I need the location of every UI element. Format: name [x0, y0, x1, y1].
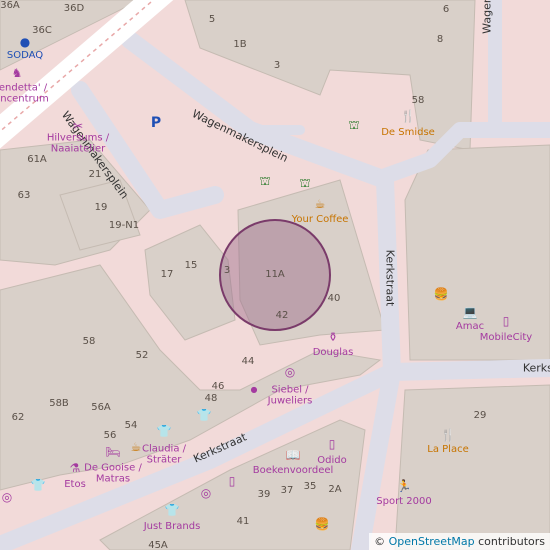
- dot-icon[interactable]: ●: [251, 386, 258, 394]
- perfume-icon[interactable]: ⚱: [328, 331, 338, 343]
- restaurant-icon[interactable]: 🍴: [401, 110, 416, 122]
- house-number: 36D: [63, 3, 85, 14]
- house-number: 11A: [265, 269, 285, 280]
- phone-icon[interactable]: ▯: [229, 475, 236, 487]
- fastfood-icon[interactable]: 🍔: [434, 288, 449, 300]
- house-number: 63: [17, 190, 31, 201]
- house-number: 36A: [0, 0, 20, 11]
- attribution-suffix: contributors: [474, 535, 545, 548]
- picnic-table-icon[interactable]: ⛫: [348, 119, 359, 131]
- poi-label-boekenvoordeel[interactable]: Boekenvoordeel: [253, 465, 334, 477]
- house-number: 17: [160, 269, 174, 280]
- house-number: 8: [436, 34, 444, 45]
- street-label-kerkstraat: Kerkst: [522, 361, 550, 375]
- fastfood-icon[interactable]: 🍔: [315, 518, 330, 530]
- clothes-icon[interactable]: 👕: [197, 409, 212, 421]
- house-number: 5: [208, 14, 216, 25]
- clothes-icon[interactable]: 👕: [31, 479, 46, 491]
- phone-icon[interactable]: ▯: [503, 315, 510, 327]
- picnic-table-icon[interactable]: ⛫: [259, 175, 270, 187]
- house-number: 45A: [148, 540, 168, 550]
- laptop-icon[interactable]: 💻: [463, 306, 478, 318]
- house-number: 56: [103, 430, 117, 441]
- poi-label-odido[interactable]: Odido: [317, 455, 346, 467]
- jewelry-icon[interactable]: ◎: [2, 491, 12, 503]
- dot-icon[interactable]: ●: [20, 36, 30, 48]
- house-number: 1B: [233, 39, 247, 50]
- house-number: 19: [94, 202, 108, 213]
- kerkstraat-road: [351, 363, 401, 550]
- poi-label-de-smidse[interactable]: De Smidse: [381, 127, 435, 139]
- house-number: 62: [11, 412, 25, 423]
- poi-label-mobilecity[interactable]: MobileCity: [480, 332, 532, 344]
- chemist-icon[interactable]: ⚗: [70, 462, 81, 474]
- house-number: 39: [257, 489, 271, 500]
- street-label-wagen: Wagen: [480, 0, 494, 34]
- poi-label-hilversums[interactable]: Hilversums / Naaiatelier: [43, 133, 113, 155]
- house-number: 6: [442, 4, 450, 15]
- picnic-table-icon[interactable]: ⛫: [299, 177, 310, 189]
- jewelry-icon[interactable]: ◎: [201, 487, 211, 499]
- poi-label-etos[interactable]: Etos: [64, 479, 86, 491]
- house-number: 36C: [32, 25, 52, 36]
- house-number: 58B: [49, 398, 69, 409]
- house-number: 37: [280, 485, 294, 496]
- house-number: 2A: [328, 484, 342, 495]
- poi-label-de-gooise[interactable]: De Gooise / Matras: [83, 463, 143, 485]
- sewing-icon[interactable]: ✂: [73, 120, 83, 132]
- bed-icon[interactable]: 🛏: [105, 446, 120, 458]
- poi-label-claudia[interactable]: Claudia / Sträter: [139, 444, 189, 466]
- poi-label-vendetta[interactable]: Vendetta' / lencentrum: [0, 83, 55, 105]
- house-number: 3: [223, 265, 231, 276]
- house-number: 58: [82, 336, 96, 347]
- poi-label-your-coffee[interactable]: Your Coffee: [292, 214, 349, 226]
- house-number: 42: [275, 310, 289, 321]
- house-number: 21: [88, 169, 102, 180]
- house-number: 19-N1: [108, 220, 140, 231]
- poi-label-siebel[interactable]: Siebel / Juweliers: [260, 385, 320, 407]
- jewelry-icon[interactable]: ◎: [285, 366, 295, 378]
- clothes-icon[interactable]: 👕: [165, 504, 180, 516]
- poi-label-la-place[interactable]: La Place: [427, 444, 468, 456]
- horse-icon[interactable]: ♞: [12, 67, 23, 79]
- sport-icon[interactable]: 🏃: [397, 480, 412, 492]
- map-attribution: © OpenStreetMap contributors: [369, 533, 550, 550]
- house-number: 56A: [91, 402, 111, 413]
- house-number: 52: [135, 350, 149, 361]
- building-block: [394, 384, 550, 550]
- openstreetmap-link[interactable]: OpenStreetMap: [389, 535, 475, 548]
- restaurant-icon[interactable]: 🍴: [441, 429, 456, 441]
- poi-label-just-brands[interactable]: Just Brands: [144, 521, 201, 533]
- poi-label-sport2000[interactable]: Sport 2000: [376, 496, 431, 508]
- house-number: 15: [184, 260, 198, 271]
- house-number: 29: [473, 410, 487, 421]
- attribution-symbol: ©: [374, 535, 386, 548]
- map-canvas[interactable]: Wagenmakersplein Wagenmakersplein Kerkst…: [0, 0, 550, 550]
- house-number: 46: [211, 381, 225, 392]
- poi-label-sodaq[interactable]: SODAQ: [7, 50, 43, 62]
- house-number: 61A: [27, 154, 47, 165]
- parking-bicycle-icon[interactable]: P: [151, 116, 161, 130]
- street-label-kerkstraat: Kerkstraat: [383, 249, 397, 307]
- house-number: 3: [273, 60, 281, 71]
- clothes-icon[interactable]: 👕: [157, 425, 172, 437]
- house-number: 58: [411, 95, 425, 106]
- poi-label-amac[interactable]: Amac: [456, 321, 484, 333]
- house-number: 44: [241, 356, 255, 367]
- house-number: 40: [327, 293, 341, 304]
- house-number: 54: [124, 420, 138, 431]
- house-number: 48: [204, 393, 218, 404]
- phone-icon[interactable]: ▯: [329, 438, 336, 450]
- poi-label-douglas[interactable]: Douglas: [313, 347, 354, 359]
- house-number: 41: [236, 516, 250, 527]
- coffee-icon[interactable]: ☕: [315, 198, 326, 210]
- book-icon[interactable]: 📖: [286, 449, 301, 461]
- house-number: 35: [303, 481, 317, 492]
